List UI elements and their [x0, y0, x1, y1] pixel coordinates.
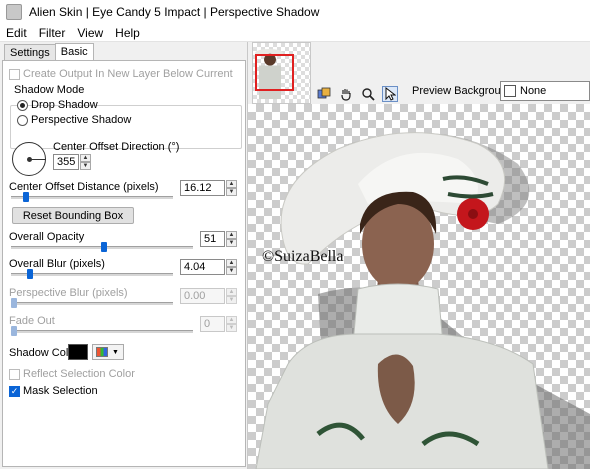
- preview-panel: Preview Background: None ©SuizaBella: [248, 42, 590, 469]
- reset-bounding-box-button[interactable]: Reset Bounding Box: [12, 207, 134, 224]
- create-output-label: Create Output In New Layer Below Current: [23, 68, 233, 80]
- fade-out-spinner: ▲ ▼: [226, 316, 237, 332]
- hand-icon[interactable]: [338, 86, 354, 102]
- preview-image: [255, 132, 590, 469]
- perspective-blur-input: 0.00: [180, 288, 225, 304]
- overall-opacity-spinner[interactable]: ▲ ▼: [226, 231, 237, 247]
- compare-icon[interactable]: [316, 86, 332, 102]
- zoom-icon[interactable]: [360, 86, 376, 102]
- perspective-blur-thumb: [11, 298, 17, 308]
- spinner-down-icon: ▼: [226, 296, 237, 304]
- thumbnail-view-rectangle[interactable]: [255, 54, 294, 91]
- basic-tab-content: Create Output In New Layer Below Current…: [2, 60, 246, 467]
- navigator-thumbnail[interactable]: [252, 42, 311, 104]
- menu-filter[interactable]: Filter: [33, 24, 72, 42]
- radio-perspective-shadow-label: Perspective Shadow: [31, 114, 132, 126]
- direction-dial[interactable]: [12, 142, 46, 176]
- preview-background-select[interactable]: None: [500, 81, 590, 101]
- spinner-up-icon: ▲: [226, 288, 237, 296]
- radio-drop-shadow-label: Drop Shadow: [31, 99, 98, 111]
- spinner-down-icon[interactable]: ▼: [80, 162, 91, 170]
- overall-opacity-input[interactable]: 51: [200, 231, 225, 247]
- fade-out-thumb: [11, 326, 17, 336]
- center-offset-distance-label: Center Offset Distance (pixels): [9, 181, 159, 193]
- center-offset-distance-input[interactable]: 16.12: [180, 180, 225, 196]
- overall-opacity-thumb[interactable]: [100, 242, 107, 252]
- center-offset-distance-spinner[interactable]: ▲ ▼: [226, 180, 237, 196]
- watermark-text: ©SuizaBella: [262, 248, 344, 265]
- shadow-color-swatch[interactable]: [68, 344, 88, 360]
- radio-perspective-shadow[interactable]: Perspective Shadow: [17, 114, 131, 126]
- tab-settings[interactable]: Settings: [4, 44, 56, 61]
- shadow-mode-legend: Shadow Mode: [12, 84, 87, 96]
- spinner-up-icon[interactable]: ▲: [226, 180, 237, 188]
- overall-opacity-label: Overall Opacity: [9, 231, 85, 243]
- center-offset-distance-thumb[interactable]: [23, 192, 30, 202]
- spinner-up-icon[interactable]: ▲: [226, 231, 237, 239]
- dial-needle: [29, 159, 46, 160]
- spinner-up-icon: ▲: [226, 316, 237, 324]
- create-output-checkbox[interactable]: [9, 68, 20, 80]
- fade-out-track: [11, 330, 193, 333]
- reflect-selection-color-label: Reflect Selection Color: [23, 368, 135, 380]
- tab-strip: Settings Basic: [4, 43, 94, 61]
- center-offset-distance-track[interactable]: [11, 196, 173, 199]
- preview-canvas[interactable]: ©SuizaBella: [248, 104, 590, 469]
- center-offset-direction-input[interactable]: 355: [53, 154, 79, 170]
- radio-drop-shadow[interactable]: Drop Shadow: [17, 99, 98, 111]
- perspective-blur-spinner: ▲ ▼: [226, 288, 237, 304]
- spinner-down-icon: ▼: [226, 324, 237, 332]
- preview-background-value: None: [520, 85, 547, 97]
- menu-view[interactable]: View: [71, 24, 109, 42]
- fade-out-input: 0: [200, 316, 225, 332]
- perspective-blur-label: Perspective Blur (pixels): [9, 287, 128, 299]
- menu-help[interactable]: Help: [109, 24, 146, 42]
- create-output-option[interactable]: Create Output In New Layer Below Current: [9, 68, 233, 80]
- title-bar: Alien Skin | Eye Candy 5 Impact | Perspe…: [0, 0, 590, 24]
- overall-blur-thumb[interactable]: [26, 269, 33, 279]
- overall-blur-input[interactable]: 4.04: [180, 259, 225, 275]
- center-offset-direction-label: Center Offset Direction (°): [53, 141, 180, 153]
- spinner-up-icon[interactable]: ▲: [80, 154, 91, 162]
- center-offset-direction-spinner[interactable]: ▲ ▼: [80, 154, 91, 170]
- reflect-selection-color-checkbox[interactable]: [9, 368, 20, 380]
- tab-basic[interactable]: Basic: [54, 43, 94, 61]
- red-flower-center: [468, 209, 478, 219]
- mask-selection-label: Mask Selection: [23, 385, 98, 397]
- menu-bar: Edit Filter View Help: [0, 24, 590, 42]
- window-title: Alien Skin | Eye Candy 5 Impact | Perspe…: [29, 5, 320, 19]
- preview-toolbar: [316, 86, 404, 102]
- radio-perspective-shadow-indicator[interactable]: [17, 114, 28, 126]
- overall-blur-label: Overall Blur (pixels): [9, 258, 105, 270]
- chevron-down-icon: ▼: [112, 348, 119, 356]
- spinner-down-icon[interactable]: ▼: [226, 267, 237, 275]
- app-icon: [6, 4, 22, 20]
- spinner-down-icon[interactable]: ▼: [226, 239, 237, 247]
- overall-blur-track[interactable]: [11, 273, 173, 276]
- pointer-icon[interactable]: [382, 86, 398, 102]
- menu-edit[interactable]: Edit: [0, 24, 33, 42]
- mask-selection-checkbox[interactable]: ✓: [9, 385, 20, 397]
- background-swatch-icon: [504, 85, 516, 97]
- reflect-selection-color-option[interactable]: Reflect Selection Color: [9, 368, 135, 380]
- perspective-blur-track: [11, 302, 173, 305]
- spinner-down-icon[interactable]: ▼: [226, 188, 237, 196]
- spinner-up-icon[interactable]: ▲: [226, 259, 237, 267]
- radio-drop-shadow-indicator[interactable]: [17, 99, 28, 111]
- settings-panel: Settings Basic Create Output In New Laye…: [0, 42, 248, 469]
- mask-selection-option[interactable]: ✓ Mask Selection: [9, 385, 98, 397]
- palette-icon: [96, 347, 108, 357]
- overall-blur-spinner[interactable]: ▲ ▼: [226, 259, 237, 275]
- color-palette-button[interactable]: ▼: [92, 344, 124, 360]
